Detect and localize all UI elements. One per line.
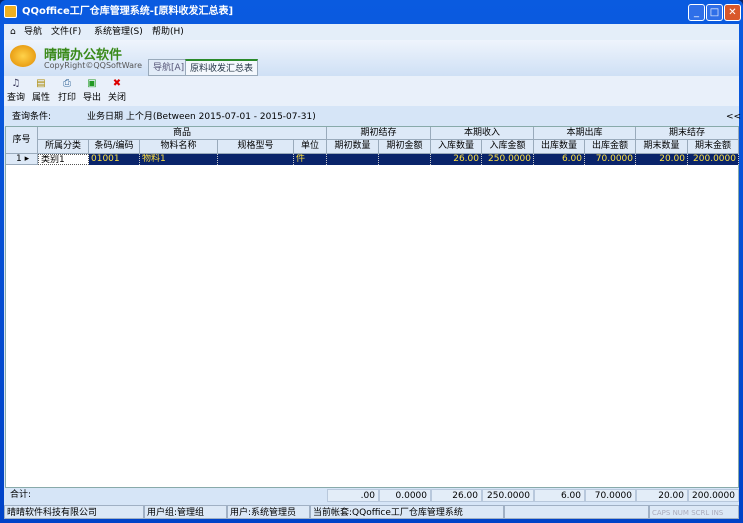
column-header[interactable]: 条码/编码	[89, 140, 140, 154]
minimize-button[interactable]: _	[688, 4, 705, 21]
column-group-header: 本期收入	[431, 127, 534, 140]
data-grid[interactable]: 序号 商品 期初结存 本期收入 本期出库 期末结存 所属分类 条码/编码 物料名称 规格型号 单位期…	[5, 126, 739, 488]
column-header[interactable]: 入库数量	[431, 140, 482, 154]
query-value: 业务日期 上个月(Between 2015-07-01 - 2015-07-31…	[87, 112, 316, 122]
column-header-seq[interactable]: 序号	[6, 127, 38, 154]
status-panel: 晴晴软件科技有限公司	[4, 505, 144, 519]
print-button[interactable]: ⎙ 打印	[55, 78, 79, 103]
printer-icon: ⎙	[63, 78, 71, 89]
logo-icon	[10, 45, 36, 67]
table-cell[interactable]: 250.0000	[482, 154, 534, 165]
column-group-header: 期末结存	[636, 127, 739, 140]
column-header[interactable]: 出库数量	[534, 140, 585, 154]
close-button[interactable]: ✕	[724, 4, 741, 21]
tab-material-summary[interactable]: 原料收发汇总表	[185, 59, 259, 76]
table-cell[interactable]: 6.00	[534, 154, 585, 165]
column-header[interactable]: 单位	[294, 140, 327, 154]
total-cell: 20.00	[636, 489, 688, 502]
column-header[interactable]: 入库金额	[482, 140, 534, 154]
close-x-icon: ✖	[112, 78, 122, 89]
toolbar: ♫ 查询 ▤ 属性 ⎙ 打印 ▣ 导出 ✖ 关闭	[4, 76, 739, 106]
row-pointer-icon: ▸	[24, 154, 30, 164]
brand-copyright: CopyRight©QQSoftWare	[44, 61, 143, 70]
app-icon	[4, 5, 17, 18]
window-title: QQoffice工厂仓库管理系统-[原料收发汇总表]	[22, 6, 234, 17]
table-cell[interactable]: 01001	[89, 154, 140, 165]
menu-bar: ⌂ 导航 文件(F) 系统管理(S) 帮助(H)	[4, 24, 739, 40]
header-banner: 晴晴办公软件 CopyRight©QQSoftWare 导航[A] 原料收发汇总…	[4, 40, 739, 76]
table-cell[interactable]: 26.00	[431, 154, 482, 165]
table-cell[interactable]	[218, 154, 294, 165]
total-cell: 6.00	[534, 489, 585, 502]
column-header[interactable]: 物料名称	[140, 140, 218, 154]
column-group-header: 本期出库	[534, 127, 636, 140]
column-header[interactable]: 规格型号	[218, 140, 294, 154]
menu-file[interactable]: 文件(F)	[51, 24, 81, 40]
app-window: QQoffice工厂仓库管理系统-[原料收发汇总表] _ □ ✕ ⌂ 导航 文件…	[0, 0, 743, 523]
query-label: 查询条件:	[12, 112, 52, 122]
binoculars-icon: ♫	[11, 78, 21, 89]
tab-navigate[interactable]: 导航[A]	[148, 59, 190, 76]
total-cell: 0.0000	[379, 489, 431, 502]
export-button[interactable]: ▣ 导出	[80, 78, 104, 103]
collapse-button[interactable]: <<	[726, 108, 741, 126]
query-button[interactable]: ♫ 查询	[4, 78, 28, 103]
table-cell[interactable]: 物料1	[140, 154, 218, 165]
table-cell[interactable]: 70.0000	[585, 154, 636, 165]
table-cell[interactable]: 200.0000	[688, 154, 739, 165]
table-cell[interactable]	[327, 154, 379, 165]
column-group-header: 期初结存	[327, 127, 431, 140]
table-cell[interactable]: 类别1	[38, 154, 89, 165]
column-group-header: 商品	[38, 127, 327, 140]
home-icon: ⌂	[10, 27, 16, 37]
total-cell: 250.0000	[482, 489, 534, 502]
column-header[interactable]: 期末金额	[688, 140, 739, 154]
status-panel: 用户:系统管理员	[227, 505, 310, 519]
query-conditions: 查询条件: 业务日期 上个月(Between 2015-07-01 - 2015…	[4, 108, 741, 126]
totals-row: 合计: .00 0.0000 26.00 250.0000 6.00 70.0000 20.…	[5, 488, 739, 503]
total-cell: .00	[327, 489, 379, 502]
status-panel	[504, 505, 649, 519]
column-header[interactable]: 期初金额	[379, 140, 431, 154]
title-bar: QQoffice工厂仓库管理系统-[原料收发汇总表]	[0, 0, 743, 24]
table-cell[interactable]: 件	[294, 154, 327, 165]
row-number[interactable]: 1 ▸	[6, 154, 38, 165]
properties-button[interactable]: ▤ 属性	[29, 78, 53, 103]
properties-icon: ▤	[36, 78, 46, 89]
menu-system[interactable]: 系统管理(S)	[94, 24, 143, 40]
table-cell[interactable]: 20.00	[636, 154, 688, 165]
column-header[interactable]: 所属分类	[38, 140, 89, 154]
column-header[interactable]: 出库金额	[585, 140, 636, 154]
excel-icon: ▣	[87, 78, 97, 89]
column-header[interactable]: 期末数量	[636, 140, 688, 154]
total-cell: 200.0000	[688, 489, 739, 502]
totals-label: 合计:	[10, 490, 32, 500]
total-cell: 26.00	[431, 489, 482, 502]
status-panel: 用户组:管理组	[144, 505, 227, 519]
table-cell[interactable]	[379, 154, 431, 165]
column-header[interactable]: 期初数量	[327, 140, 379, 154]
row-seq: 1	[16, 154, 22, 164]
menu-navigate[interactable]: 导航	[24, 24, 42, 40]
close-tab-button[interactable]: ✖ 关闭	[105, 78, 129, 103]
total-cell: 70.0000	[585, 489, 636, 502]
maximize-button[interactable]: □	[706, 4, 723, 21]
status-bar: 晴晴软件科技有限公司 用户组:管理组 用户:系统管理员 当前帐套:QQoffice工厂…	[4, 505, 739, 519]
status-panel: 当前帐套:QQoffice工厂仓库管理系统	[310, 505, 504, 519]
client-area: ⌂ 导航 文件(F) 系统管理(S) 帮助(H) 晴晴办公软件 CopyRigh…	[4, 24, 741, 519]
menu-help[interactable]: 帮助(H)	[152, 24, 184, 40]
keyboard-indicators: CAPS NUM SCRL INS	[649, 505, 739, 519]
